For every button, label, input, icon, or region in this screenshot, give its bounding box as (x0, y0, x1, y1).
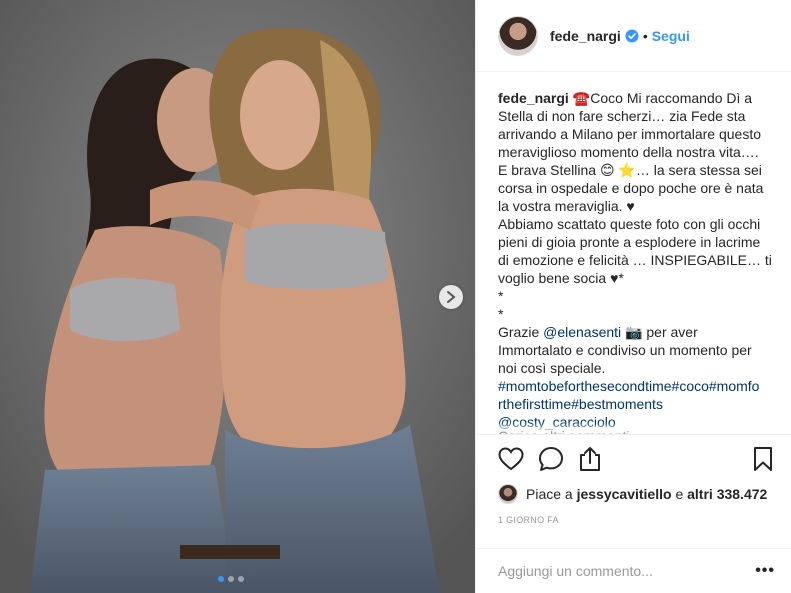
caption-line: pieni di gioia pronte a esplodere in lac… (498, 234, 761, 250)
caption-line: ☎️Coco Mi raccomando Dì a (572, 90, 753, 106)
header-separator: • (642, 27, 648, 44)
avatar[interactable] (498, 15, 538, 56)
caption-line: arrivando a Milano per immortalare quest… (498, 126, 762, 142)
share-icon (580, 447, 600, 471)
carousel-dot (218, 576, 224, 582)
post-details-panel: fede_nargi • Segui fede_nargi ☎️Coco Mi r… (475, 0, 791, 593)
caption-line: Stella di non fare scherzi… zia Fede sta (498, 108, 746, 124)
header-username[interactable]: fede_nargi (550, 28, 621, 44)
likes-others-link[interactable]: altri 338.472 (687, 486, 767, 502)
chevron-right-icon (447, 291, 456, 303)
post-header: fede_nargi • Segui (476, 0, 791, 72)
caption-line: la vostra meraviglia. ♥ (498, 198, 635, 214)
caption-username[interactable]: fede_nargi (498, 90, 569, 106)
avatar[interactable] (498, 484, 518, 504)
comment-input[interactable] (498, 563, 756, 579)
caption-line: Abbiamo scattato queste foto con gli occ… (498, 216, 761, 232)
verified-badge-icon (625, 29, 639, 43)
carousel-dot (238, 576, 244, 582)
caption-line: meraviglioso momento della nostra vita…. (498, 144, 759, 160)
caption-thanks-line: Grazie @elenasenti 📷 per aver (498, 323, 775, 341)
caption-line: noi così speciale. (498, 360, 606, 376)
thanks-prefix: Grazie (498, 324, 544, 340)
post-timestamp[interactable]: 1 GIORNO FA (476, 507, 791, 533)
share-button[interactable] (578, 443, 618, 475)
action-bar (476, 437, 791, 481)
caption: fede_nargi ☎️Coco Mi raccomando Dì a Stel… (476, 72, 791, 435)
caption-line: Immortalato e condiviso un momento per (498, 342, 752, 358)
likes-summary: Piace a jessycavitiello e altri 338.472 (476, 481, 791, 507)
thanks-suffix: 📷 per aver (621, 324, 698, 340)
photo-illustration (0, 0, 475, 593)
bookmark-icon (754, 447, 772, 471)
more-options-button[interactable]: ••• (755, 562, 775, 580)
comment-button[interactable] (538, 443, 578, 475)
save-button[interactable] (753, 443, 775, 475)
comment-icon (539, 447, 563, 471)
caption-line: * (498, 288, 504, 304)
likes-middle: e (675, 486, 684, 502)
hashtag-link[interactable]: rthefirsttime#bestmoments (498, 395, 775, 413)
likes-user-link[interactable]: jessycavitiello (577, 486, 672, 502)
comment-box: ••• (476, 548, 791, 593)
load-more-comments-button[interactable]: Carica altri commenti (498, 427, 629, 434)
carousel-dot (228, 576, 234, 582)
caption-line: E brava Stellina 😊 ⭐… la sera stessa sei (498, 162, 762, 178)
heart-icon (498, 447, 524, 471)
likes-prefix: Piace a (526, 486, 573, 502)
caption-line: voglio bene socia ♥* (498, 270, 624, 286)
caption-line: corsa in ospedale e dopo poche ore è nat… (498, 180, 764, 196)
caption-line: * (498, 306, 504, 322)
like-button[interactable] (498, 443, 538, 475)
mention-link[interactable]: @elenasenti (543, 324, 621, 340)
caption-text: fede_nargi ☎️Coco Mi raccomando Dì a Stel… (498, 89, 775, 431)
follow-button[interactable]: Segui (652, 28, 690, 44)
carousel-next-button[interactable] (439, 285, 463, 309)
carousel-indicator (218, 576, 244, 582)
post-photo[interactable] (0, 0, 475, 593)
hashtag-link[interactable]: #momtobeforthesecondtime#coco#momfo (498, 377, 775, 395)
caption-line: di emozione e felicità … INSPIEGABILE… t… (498, 252, 772, 268)
